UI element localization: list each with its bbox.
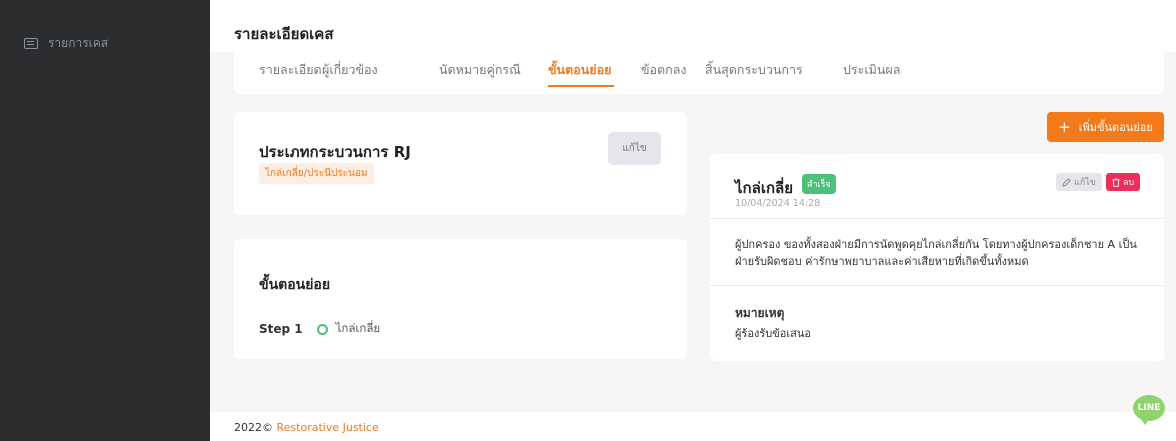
rj-type-badge: ไกล่เกลี่ย/ประนีประนอม bbox=[259, 163, 374, 184]
tab-process-end[interactable]: สิ้นสุดกระบวนการ bbox=[705, 60, 803, 80]
detail-date: 10/04/2024 14:28 bbox=[735, 198, 821, 209]
detail-delete-label: ลบ bbox=[1123, 178, 1135, 188]
list-icon bbox=[24, 38, 38, 49]
tab-related-persons[interactable]: ผู้เกี่ยวข้อง bbox=[322, 60, 378, 80]
tab-evaluation[interactable]: ประเมินผล bbox=[843, 60, 900, 80]
add-sub-step-label: เพิ่มขั้นตอนย่อย bbox=[1078, 121, 1153, 134]
sidebar-item-cases[interactable]: รายการเคส bbox=[24, 34, 108, 53]
sub-steps-card: ขั้นตอนย่อย Step 1 ไกล่เกลี่ย bbox=[234, 239, 687, 359]
rj-edit-button[interactable]: แก้ไข bbox=[608, 132, 661, 165]
sub-step-detail-card: ไกล่เกลี่ย สำเร็จ 10/04/2024 14:28 แก้ไข… bbox=[710, 154, 1164, 361]
plus-icon: + bbox=[1058, 117, 1071, 136]
step-label: Step 1 bbox=[259, 322, 303, 336]
tab-details[interactable]: รายละเอียด bbox=[259, 60, 322, 80]
footer-prefix: 2022© bbox=[234, 421, 273, 434]
status-badge: สำเร็จ bbox=[802, 174, 836, 194]
detail-edit-label: แก้ไข bbox=[1074, 178, 1096, 188]
note-label: หมายเหตุ bbox=[735, 306, 785, 320]
tab-agreement[interactable]: ข้อตกลง bbox=[641, 60, 687, 80]
divider bbox=[710, 218, 1164, 219]
footer: 2022© Restorative Justice bbox=[210, 412, 1176, 441]
active-tab-indicator bbox=[548, 85, 614, 87]
trash-icon bbox=[1112, 177, 1120, 187]
detail-edit-button[interactable]: แก้ไข bbox=[1056, 173, 1102, 191]
add-sub-step-button[interactable]: + เพิ่มขั้นตอนย่อย bbox=[1047, 112, 1164, 142]
step-status-dot-icon bbox=[316, 323, 328, 335]
detail-description: ผู้ปกครอง ของทั้งสองฝ่ายมีการนัดพูดคุยไก… bbox=[735, 238, 1137, 268]
tab-sub-steps[interactable]: ขั้นตอนย่อย bbox=[548, 60, 611, 80]
detail-title: ไกล่เกลี่ย bbox=[735, 179, 794, 197]
rj-type-card: ประเภทกระบวนการ RJ ไกล่เกลี่ย/ประนีประนอ… bbox=[234, 112, 687, 215]
tab-bar: รายละเอียด ผู้เกี่ยวข้อง นัดหมายคู่กรณี … bbox=[234, 52, 1164, 94]
tab-appointments[interactable]: นัดหมายคู่กรณี bbox=[439, 60, 521, 80]
topbar: รายละเอียดเคส bbox=[210, 0, 1176, 52]
footer-link[interactable]: Restorative Justice bbox=[277, 421, 379, 434]
sub-steps-title: ขั้นตอนย่อย bbox=[259, 277, 331, 293]
step-item[interactable]: Step 1 ไกล่เกลี่ย bbox=[259, 320, 380, 338]
note-text: ผู้ร้องรับข้อเสนอ bbox=[735, 327, 811, 340]
divider bbox=[710, 285, 1164, 286]
sidebar-item-label: รายการเคส bbox=[48, 36, 109, 50]
step-name: ไกล่เกลี่ย bbox=[335, 321, 381, 335]
rj-type-title: ประเภทกระบวนการ RJ bbox=[259, 143, 411, 161]
footer-copyright: 2022© Restorative Justice bbox=[234, 421, 379, 434]
detail-delete-button[interactable]: ลบ bbox=[1106, 173, 1141, 191]
pencil-icon bbox=[1062, 177, 1071, 187]
line-chat-button[interactable]: LINE bbox=[1133, 395, 1165, 425]
sidebar: รายการเคส bbox=[0, 0, 210, 441]
page-title: รายละเอียดเคส bbox=[234, 25, 334, 43]
